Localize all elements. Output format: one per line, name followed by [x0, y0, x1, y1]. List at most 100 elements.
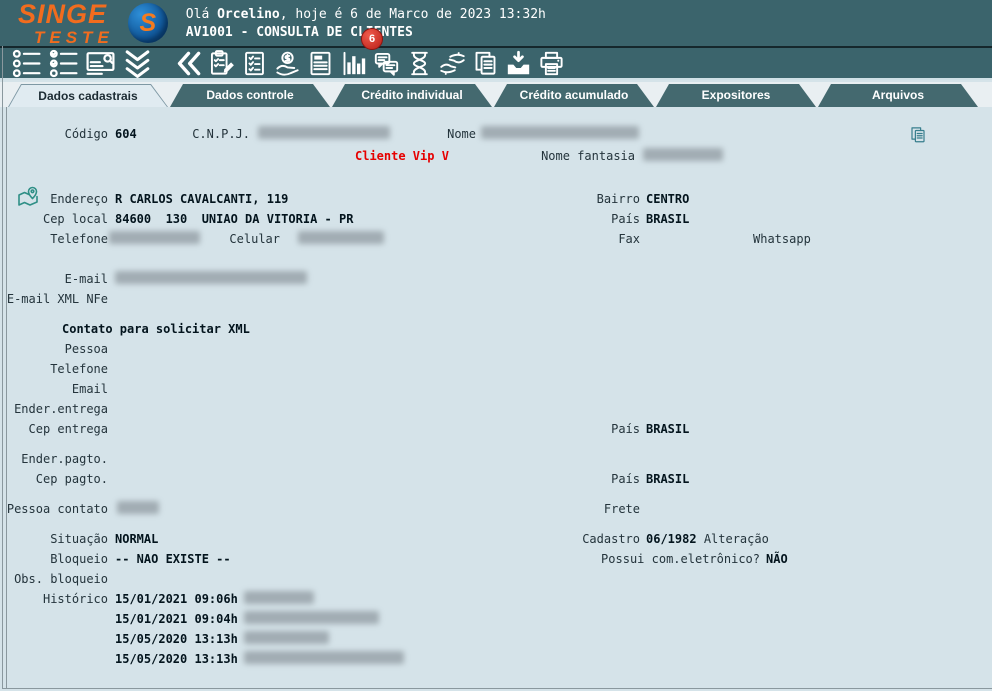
bloqueio-label: Bloqueio — [0, 552, 108, 566]
greeting-suffix: , hoje é 6 de Marco de 2023 13:32h — [280, 7, 546, 22]
document-button[interactable] — [307, 48, 334, 78]
cep-local-value: 84600 130 UNIAO DA VITORIA - PR — [115, 212, 353, 226]
edit-record-button[interactable] — [208, 48, 235, 78]
codigo-value: 604 — [115, 127, 137, 141]
tab-arquivos[interactable]: Arquivos — [818, 84, 978, 107]
coin-hand-icon — [274, 50, 301, 77]
checklist-icon — [48, 48, 79, 79]
clipboard-edit-icon — [208, 50, 235, 77]
app-header: SINGE TESTE S Olá Orcelino, hoje é 6 de … — [0, 0, 992, 48]
celular-label: Celular — [180, 232, 280, 246]
possui-com-value: NÃO — [766, 552, 788, 566]
pais-local-label: País — [440, 212, 640, 226]
copy-record-icon[interactable] — [909, 126, 927, 144]
notification-badge[interactable]: 6 — [361, 28, 383, 50]
greeting-prefix: Olá — [186, 7, 217, 22]
receive-money-button[interactable] — [274, 48, 301, 78]
task-list-icon — [241, 50, 268, 77]
historico-entry-redacted — [244, 651, 404, 664]
nome-fantasia-label: Nome fantasia — [430, 149, 635, 163]
cadastro-value-line: 06/1982 Alteração — [646, 532, 769, 546]
email-xml-nfe-label: E-mail XML NFe — [0, 292, 108, 306]
hourglass-icon — [406, 50, 433, 77]
tab-bar: Dados cadastrais Dados controle Crédito … — [0, 82, 992, 107]
fax-label: Fax — [440, 232, 640, 246]
tab-dados-cadastrais[interactable]: Dados cadastrais — [8, 84, 168, 107]
back-button[interactable] — [175, 48, 202, 78]
checklist-button[interactable] — [48, 48, 79, 78]
tab-credito-acumulado[interactable]: Crédito acumulado — [494, 84, 654, 107]
whatsapp-label: Whatsapp — [753, 232, 811, 246]
historico-entry-datetime: 15/01/2021 09:04h — [115, 612, 238, 626]
pais-entrega-label: País — [440, 422, 640, 436]
record-search-button[interactable] — [85, 48, 116, 78]
copy-button[interactable] — [472, 48, 499, 78]
negotiation-button[interactable] — [439, 48, 466, 78]
nome-label: Nome — [380, 127, 476, 141]
email-label: E-mail — [0, 272, 108, 286]
singe-sphere-logo-icon: S — [128, 3, 168, 43]
import-button[interactable] — [505, 48, 532, 78]
contato-email-label: Email — [0, 382, 108, 396]
logo-text-singe: SINGE — [18, 1, 114, 28]
copy-icon — [472, 50, 499, 77]
nome-redacted-value — [481, 126, 639, 139]
tab-expositores[interactable]: Expositores — [656, 84, 816, 107]
situacao-value: NORMAL — [115, 532, 158, 546]
pais-local-value: BRASIL — [646, 212, 689, 226]
pais-pagto-value: BRASIL — [646, 472, 689, 486]
obs-bloqueio-label: Obs. bloqueio — [0, 572, 108, 586]
client-consultation-window: SINGE TESTE S Olá Orcelino, hoje é 6 de … — [0, 0, 992, 691]
pais-pagto-label: País — [440, 472, 640, 486]
telefone-label: Telefone — [0, 232, 108, 246]
chevrons-down-icon — [122, 48, 153, 79]
contato-telefone-label: Telefone — [0, 362, 108, 376]
tab-dados-controle[interactable]: Dados controle — [170, 84, 330, 107]
alteracao-label: Alteração — [704, 532, 769, 546]
greeting-line: Olá Orcelino, hoje é 6 de Marco de 2023 … — [186, 7, 546, 22]
pessoa-contato-redacted-value — [117, 501, 159, 514]
historico-entry-redacted — [244, 591, 314, 604]
chat-bubbles-icon — [373, 50, 400, 77]
cnpj-label: C.N.P.J. — [140, 127, 250, 141]
pending-button[interactable] — [406, 48, 433, 78]
bloqueio-value: -- NAO EXISTE -- — [115, 552, 231, 566]
cnpj-redacted-value — [258, 126, 390, 139]
toolbar — [0, 48, 992, 80]
tab-credito-individual[interactable]: Crédito individual — [332, 84, 492, 107]
cep-local-label: Cep local — [0, 212, 108, 226]
codigo-label: Código — [0, 127, 108, 141]
tasks-button[interactable] — [241, 48, 268, 78]
endereco-label: Endereço — [0, 192, 108, 206]
logo-text-teste: TESTE — [34, 29, 114, 46]
historico-label: Histórico — [0, 592, 108, 606]
contato-pessoa-label: Pessoa — [0, 342, 108, 356]
cep-pagto-label: Cep pagto. — [0, 472, 108, 486]
chevrons-left-icon — [175, 50, 202, 77]
contato-xml-header: Contato para solicitar XML — [62, 322, 250, 336]
printer-icon — [538, 50, 565, 77]
celular-redacted-value — [298, 231, 384, 244]
bairro-value: CENTRO — [646, 192, 689, 206]
list-button[interactable] — [11, 48, 42, 78]
expand-all-button[interactable] — [122, 48, 153, 78]
situacao-label: Situação — [0, 532, 108, 546]
cep-entrega-label: Cep entrega — [0, 422, 108, 436]
messages-button[interactable] — [373, 48, 400, 78]
possui-com-label: Possui com.eletrônico? — [420, 552, 760, 566]
ender-pagto-label: Ender.pagto. — [0, 452, 108, 466]
bar-chart-icon — [340, 50, 367, 77]
frete-label: Frete — [440, 502, 640, 516]
hands-exchange-icon — [439, 50, 466, 77]
nome-fantasia-redacted-value — [643, 148, 723, 161]
singe-logo: SINGE TESTE — [18, 1, 114, 46]
historico-entry-redacted — [244, 631, 329, 644]
document-icon — [307, 50, 334, 77]
historico-entry-datetime: 15/05/2020 13:13h — [115, 652, 238, 666]
cadastro-label: Cadastro — [440, 532, 640, 546]
print-button[interactable] — [538, 48, 565, 78]
statistics-button[interactable] — [340, 48, 367, 78]
user-name: Orcelino — [217, 7, 280, 22]
list-icon — [11, 48, 42, 79]
pessoa-contato-label: Pessoa contato — [0, 502, 108, 516]
